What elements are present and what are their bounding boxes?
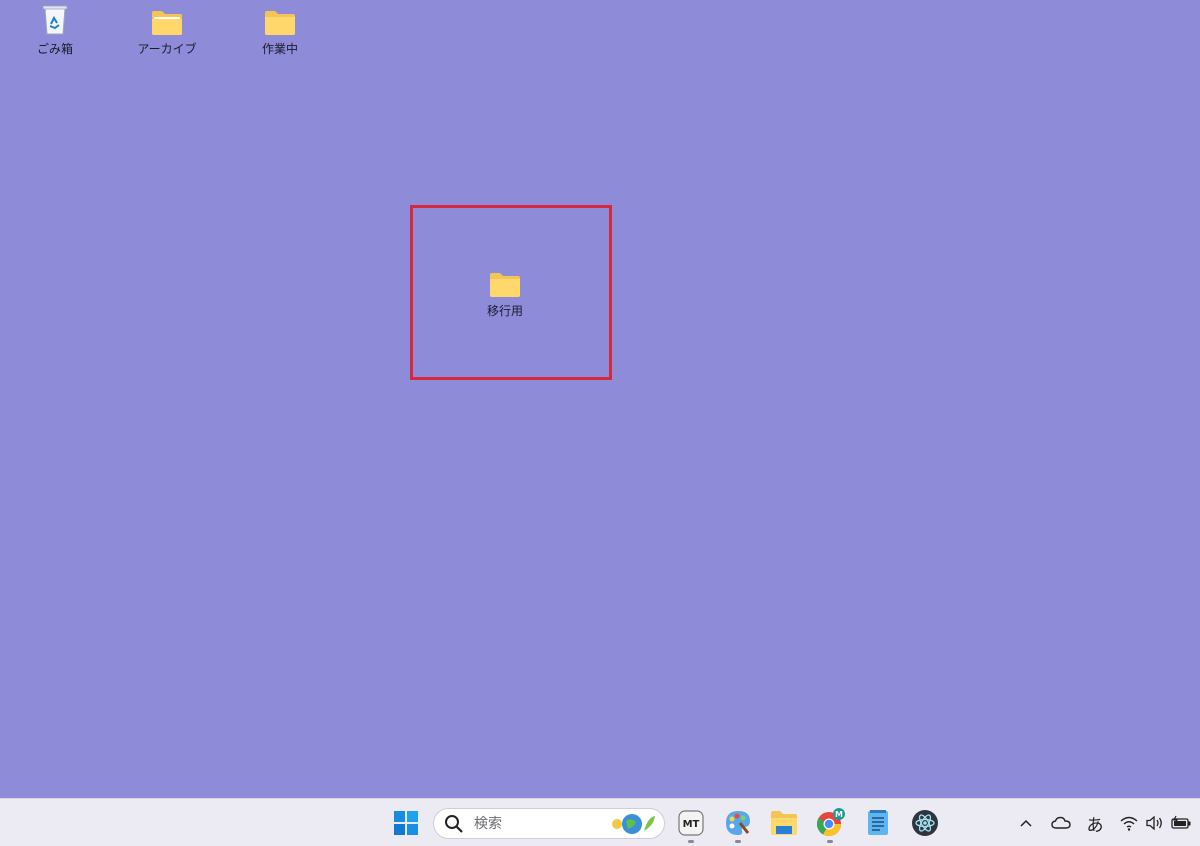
folder-icon [490,273,520,297]
volume-button[interactable] [1143,811,1167,835]
taskbar: MT M [0,798,1200,846]
ime-indicator[interactable]: あ [1082,811,1108,836]
desktop-icon-label: 移行用 [486,304,523,318]
taskbar-app-paint[interactable] [720,805,756,843]
wifi-icon [1120,816,1138,831]
battery-charging-icon [1171,815,1191,829]
start-button[interactable] [388,805,424,841]
running-indicator [688,840,694,843]
search-highlight-icon [612,814,655,834]
windows-logo-icon [394,811,418,835]
paint-palette-icon [726,811,750,835]
battery-button[interactable] [1168,811,1194,835]
desktop-icon-archive[interactable]: アーカイブ [122,4,212,57]
atom-app-icon [912,810,938,836]
chevron-up-icon [1020,819,1032,827]
chrome-profile-badge: M [835,810,843,819]
running-indicator [735,840,741,843]
desktop-icon-recycle-bin[interactable]: ごみ箱 [10,4,100,57]
running-indicator [827,840,833,843]
search-input[interactable] [472,814,596,833]
desktop-icon-working-folder[interactable]: 作業中 [235,4,325,57]
onedrive-button[interactable] [1048,811,1074,835]
search-icon [445,814,463,833]
mt-app-icon: MT [678,810,704,836]
desktop-icon-label: アーカイブ [137,42,197,56]
taskbar-app-atom[interactable] [907,805,943,841]
notepad-icon [868,810,888,835]
folder-archive-icon [152,11,182,35]
show-hidden-icons-button[interactable] [1016,811,1036,835]
desktop-icon-migration-folder[interactable]: 移行用 [460,266,550,319]
taskbar-app-chrome[interactable]: M [812,805,848,843]
taskbar-app-mt[interactable]: MT [673,805,709,843]
folder-icon [265,11,295,35]
desktop: ごみ箱 アーカイブ 作業中 移行用 [0,0,1200,798]
speaker-icon [1146,815,1162,831]
desktop-icon-label: 作業中 [261,42,298,56]
network-button[interactable] [1117,811,1141,835]
mt-app-text: MT [683,819,700,830]
chrome-icon: M [816,808,845,837]
taskbar-app-notepad[interactable] [860,805,896,841]
taskbar-search[interactable] [433,808,665,839]
desktop-icon-label: ごみ箱 [36,42,73,56]
taskbar-app-file-explorer[interactable] [766,805,802,841]
recycle-bin-icon [42,5,68,35]
cloud-icon [1051,816,1071,829]
file-explorer-icon [771,811,797,835]
